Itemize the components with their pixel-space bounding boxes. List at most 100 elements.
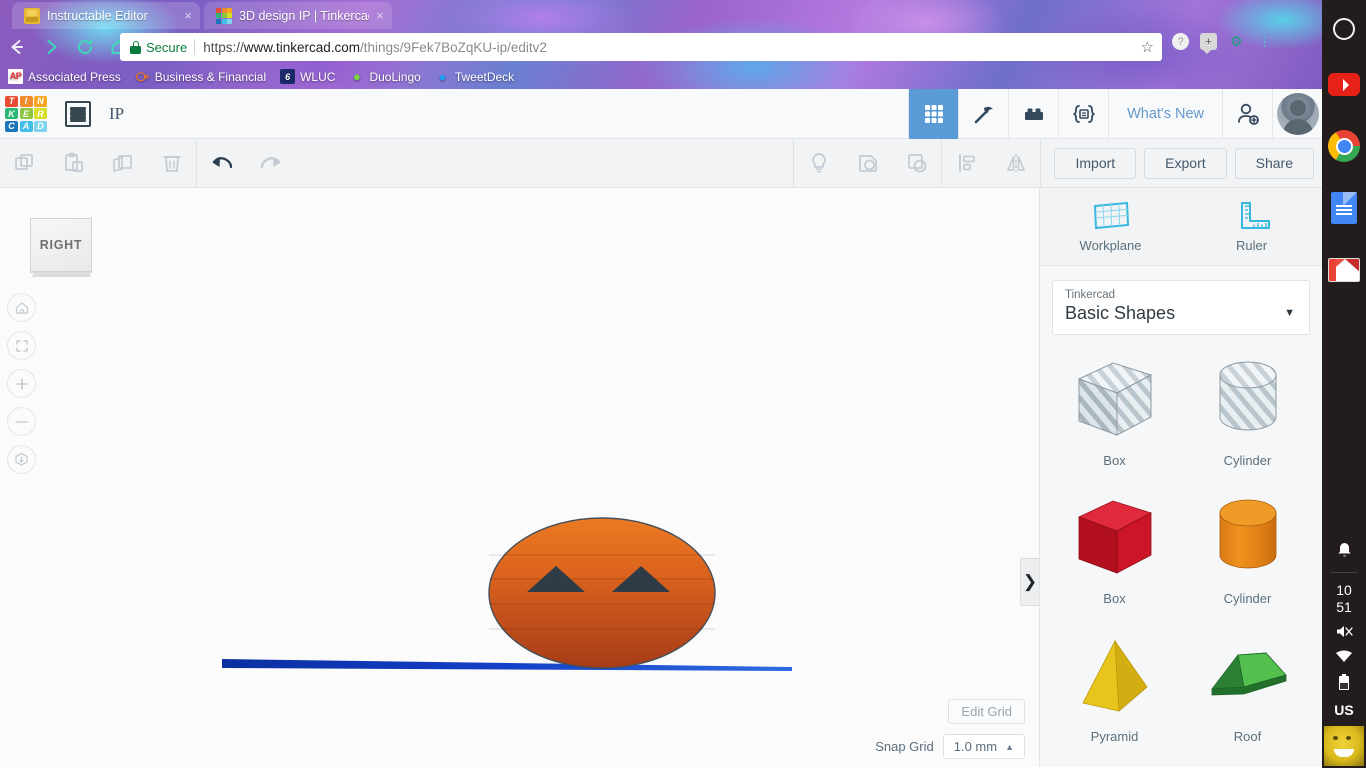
lightbulb-icon[interactable] (794, 139, 843, 188)
history-tools (197, 139, 295, 187)
header-actions: What's New (908, 89, 1322, 139)
reload-icon[interactable] (68, 30, 102, 64)
tab-codeblocks[interactable] (1058, 89, 1108, 139)
shape-label: Box (1103, 591, 1126, 606)
collapse-panel-button[interactable]: ❯ (1020, 558, 1039, 606)
help-icon[interactable]: ? (1172, 33, 1189, 50)
view-cube[interactable]: RIGHT (30, 218, 93, 277)
user-photo[interactable] (1324, 726, 1364, 766)
bookmark-duolingo[interactable]: ● DuoLingo (349, 69, 421, 84)
ruler-tool[interactable]: Ruler (1181, 188, 1322, 265)
ortho-perspective-icon[interactable] (7, 445, 36, 474)
logo-letter: E (19, 108, 33, 119)
google-docs-icon[interactable] (1328, 192, 1360, 224)
muted-volume-icon[interactable] (1335, 624, 1353, 642)
back-arrow-icon[interactable] (0, 30, 34, 64)
3d-canvas[interactable]: RIGHT ❯ Edit Grid Snap Grid 1.0 mm ▲ (0, 188, 1039, 767)
close-icon[interactable]: × (184, 8, 192, 23)
paste-icon[interactable] (49, 139, 98, 188)
chrome-menu-icon[interactable]: ⋮ (1256, 33, 1273, 50)
shape-item-cylinder[interactable]: Cylinder (1181, 491, 1314, 629)
copy-icon[interactable] (0, 139, 49, 188)
redo-icon[interactable] (246, 139, 295, 188)
duplicate-icon[interactable] (98, 139, 147, 188)
browser-tab-tinkercad[interactable]: 3D design IP | Tinkercad × (204, 2, 392, 29)
owl-icon: ● (353, 69, 361, 84)
close-icon[interactable]: × (376, 8, 384, 23)
view-cube-face[interactable]: RIGHT (30, 218, 92, 272)
grid-controls: Edit Grid Snap Grid 1.0 mm ▲ (875, 699, 1025, 759)
divider (1331, 572, 1357, 573)
import-button[interactable]: Import (1054, 147, 1137, 179)
avatar-image (1276, 93, 1319, 135)
shape-library-select[interactable]: Tinkercad Basic Shapes ▼ (1052, 280, 1310, 335)
wifi-icon[interactable] (1335, 650, 1353, 666)
chevron-down-icon: ▼ (1284, 307, 1295, 319)
youtube-icon[interactable] (1328, 68, 1360, 100)
export-button[interactable]: Export (1144, 147, 1227, 179)
shapes-side-panel: Workplane Ruler Tinkercad Basic Shapes ▼… (1039, 188, 1322, 767)
fit-to-view-icon[interactable] (7, 331, 36, 360)
keyboard-layout[interactable]: US (1334, 702, 1353, 718)
ubuntu-indicator-icon[interactable] (1333, 18, 1355, 40)
bookmark-label: WLUC (300, 69, 336, 84)
shape-item-roof[interactable]: Roof (1181, 629, 1314, 767)
shape-item-hole-cylinder[interactable]: Cylinder (1181, 353, 1314, 491)
green-roof-icon (1200, 629, 1296, 725)
tool-label: Workplane (1079, 238, 1142, 253)
tinkercad-logo[interactable]: T I N K E R C A D (3, 94, 49, 134)
bookmark-associated-press[interactable]: AP Associated Press (8, 69, 121, 84)
ungroup-icon[interactable] (892, 139, 941, 188)
whats-new-link[interactable]: What's New (1108, 89, 1222, 139)
shape-item-box[interactable]: Box (1048, 491, 1181, 629)
snap-grid-select[interactable]: 1.0 mm ▲ (942, 734, 1025, 759)
mirror-icon[interactable] (991, 139, 1040, 188)
clock[interactable]: 10 51 (1336, 582, 1352, 616)
zoom-out-icon[interactable] (7, 407, 36, 436)
delete-icon[interactable] (147, 139, 196, 188)
tab-blocks[interactable] (1008, 89, 1058, 139)
bookmark-tweetdeck[interactable]: ● TweetDeck (435, 69, 514, 84)
logo-letter: A (19, 120, 33, 132)
tab-minecraft[interactable] (958, 89, 1008, 139)
group-icon[interactable] (843, 139, 892, 188)
home-view-icon[interactable] (7, 293, 36, 322)
logo-letter: R (34, 108, 47, 119)
chrome-icon[interactable] (1328, 130, 1360, 162)
tab-title: Instructable Editor (47, 8, 148, 23)
list-menu-icon[interactable] (65, 100, 91, 127)
align-icon[interactable] (942, 139, 991, 188)
star-icon[interactable]: ☆ (1141, 38, 1154, 56)
pumpkin-model[interactable] (222, 428, 797, 688)
shape-item-hole-box[interactable]: Box (1048, 353, 1181, 491)
edit-grid-button[interactable]: Edit Grid (948, 699, 1025, 724)
add-person-icon[interactable] (1222, 89, 1272, 139)
gmail-icon[interactable] (1328, 254, 1360, 286)
shape-label: Cylinder (1223, 453, 1272, 468)
share-button[interactable]: Share (1234, 147, 1314, 179)
undo-icon[interactable] (197, 139, 246, 188)
workplane-icon (1093, 201, 1129, 230)
shape-item-pyramid[interactable]: Pyramid (1048, 629, 1181, 767)
shape-label: Pyramid (1090, 729, 1139, 744)
workplane-tool[interactable]: Workplane (1040, 188, 1181, 265)
ap-icon: AP (8, 69, 23, 84)
page-title: IP (109, 103, 125, 123)
shape-label: Roof (1233, 729, 1262, 744)
battery-icon[interactable] (1338, 674, 1350, 694)
zoom-in-icon[interactable] (7, 369, 36, 398)
browser-extensions: ? + ⚙ ⋮ (1172, 33, 1273, 54)
tab-3d-design[interactable] (908, 89, 959, 139)
chevron-up-icon: ▲ (1005, 741, 1014, 752)
bell-icon[interactable] (1337, 542, 1352, 563)
browser-tab-instructable[interactable]: Instructable Editor × (12, 2, 200, 29)
url-host: www.tinkercad.com (243, 39, 361, 55)
forward-arrow-icon[interactable] (34, 30, 68, 64)
address-bar[interactable]: Secure https://www.tinkercad.com/things/… (120, 33, 1162, 61)
bookmark-wluc[interactable]: 6 WLUC (280, 69, 335, 84)
add-extension-icon[interactable]: + (1200, 33, 1217, 54)
avatar[interactable] (1272, 89, 1322, 139)
logo-letter: D (34, 120, 47, 132)
extension-green-icon[interactable]: ⚙ (1228, 33, 1245, 50)
bookmark-business-financial[interactable]: ⧂ Business & Financial (135, 69, 266, 84)
